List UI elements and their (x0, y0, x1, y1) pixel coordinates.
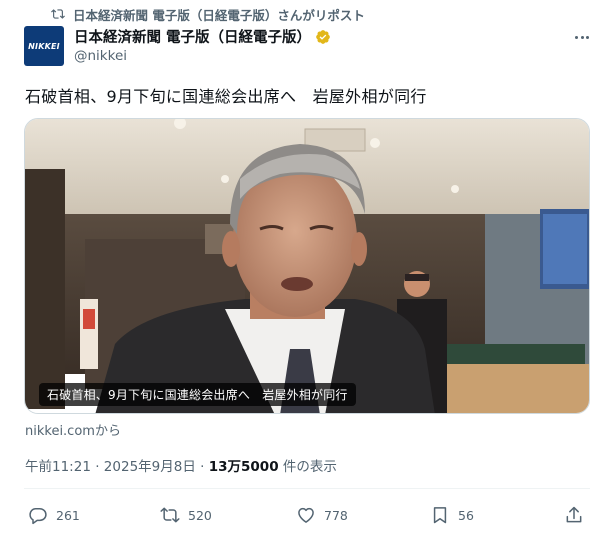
repost-icon (160, 507, 180, 523)
views-suffix: 件の表示 (282, 459, 337, 475)
divider (24, 488, 590, 489)
repost-text: 日本経済新聞 電子版（日経電子版）さんがリポスト (73, 7, 365, 23)
news-photo (25, 119, 589, 413)
tweet-date[interactable]: 2025年9月8日 (104, 459, 196, 475)
share-button[interactable] (564, 500, 584, 530)
repost-button[interactable]: 520 (160, 500, 212, 530)
like-count: 778 (324, 507, 348, 523)
avatar[interactable]: NIKKEI (24, 26, 64, 66)
bookmark-icon (433, 507, 447, 524)
reply-button[interactable]: 261 (28, 500, 80, 530)
share-icon (566, 506, 582, 523)
verified-badge-icon (316, 29, 330, 44)
meta-separator: · (200, 459, 205, 475)
more-options-icon[interactable] (573, 28, 591, 46)
link-card-image[interactable]: 石破首相、9月下旬に国連総会出席へ 岩屋外相が同行 (24, 118, 590, 414)
author-name[interactable]: 日本経済新聞 電子版（日経電子版） (74, 26, 311, 47)
reply-count: 261 (56, 507, 80, 523)
author-name-row[interactable]: 日本経済新聞 電子版（日経電子版） (74, 26, 331, 47)
like-button[interactable]: 778 (296, 500, 348, 530)
bookmark-button[interactable]: 56 (430, 500, 474, 530)
repost-count: 520 (188, 507, 212, 523)
link-card-caption: 石破首相、9月下旬に国連総会出席へ 岩屋外相が同行 (39, 383, 356, 406)
reply-icon (29, 508, 47, 525)
bookmark-count: 56 (458, 507, 474, 523)
tweet-time[interactable]: 午前11:21 (25, 459, 91, 475)
repost-indicator[interactable]: 日本経済新聞 電子版（日経電子版）さんがリポスト (51, 6, 365, 23)
link-source[interactable]: nikkei.comから (25, 420, 121, 439)
views-count: 13万5000 (208, 459, 279, 475)
action-bar: 261 520 778 56 (24, 500, 590, 530)
author-handle[interactable]: @nikkei (74, 48, 127, 64)
meta-separator: · (95, 459, 100, 475)
tweet-text: 石破首相、9月下旬に国連総会出席へ 岩屋外相が同行 (25, 87, 427, 106)
heart-icon (298, 507, 314, 523)
repost-icon (51, 9, 65, 19)
tweet-meta: 午前11:21 · 2025年9月8日 · 13万5000 件の表示 (25, 455, 337, 475)
avatar-logo-text: NIKKEI (28, 41, 60, 51)
